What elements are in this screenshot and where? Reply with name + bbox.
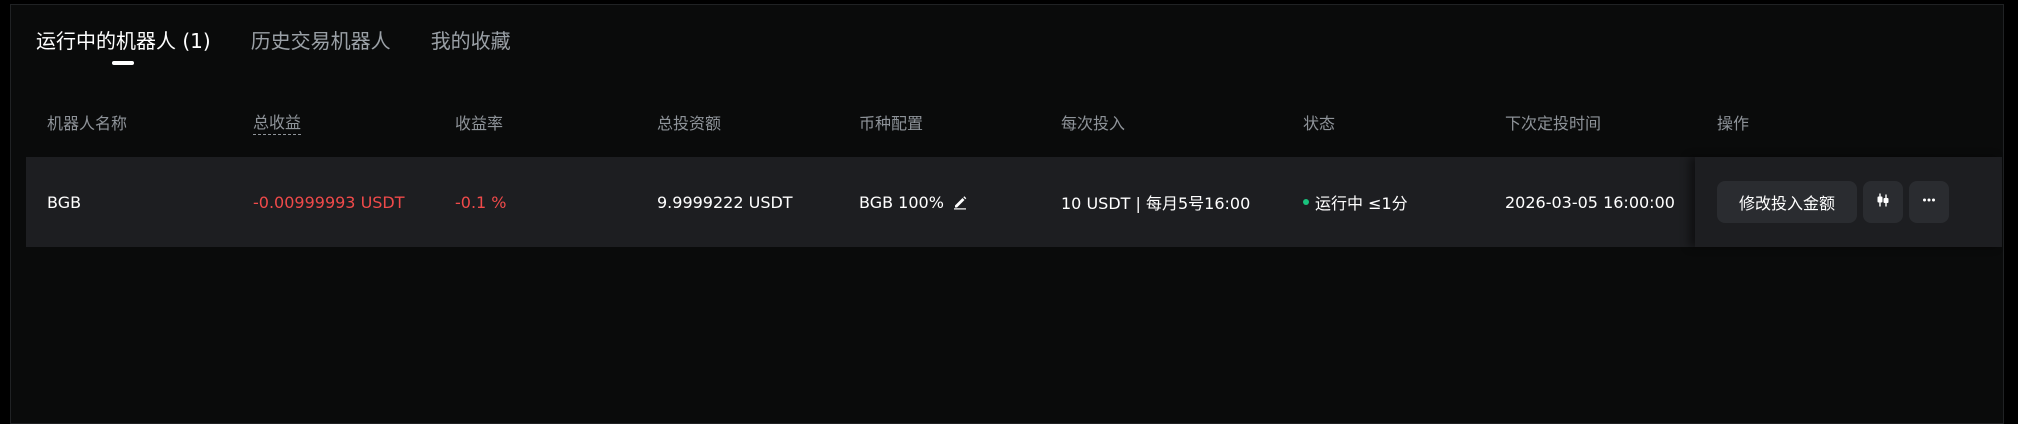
- cell-currency-allocation: BGB 100%: [859, 157, 968, 247]
- header-currency-allocation: 币种配置: [859, 114, 924, 133]
- cell-total-profit: -0.00999993 USDT: [253, 192, 405, 212]
- more-horizontal-icon: [1921, 192, 1937, 212]
- header-next-investment-time: 下次定投时间: [1505, 114, 1602, 133]
- header-per-investment: 每次投入: [1061, 114, 1126, 133]
- tab-history-bots-label: 历史交易机器人: [250, 29, 391, 53]
- candlestick-chart-icon: [1875, 192, 1891, 212]
- header-total-profit-label[interactable]: 总收益: [253, 109, 302, 135]
- tab-favorites-label: 我的收藏: [430, 29, 511, 53]
- cell-actions: 修改投入金额: [1717, 157, 1949, 247]
- cell-total-investment: 9.9999222 USDT: [657, 192, 793, 212]
- candlestick-chart-button[interactable]: [1863, 181, 1903, 223]
- header-status: 状态: [1303, 114, 1336, 133]
- status-running-dot-icon: [1303, 199, 1309, 205]
- bots-table: 机器人名称 总收益 收益率 总投资额 币种配置 每次投入 状态 下次定投时间 操…: [26, 87, 2002, 247]
- header-total-profit: 总收益: [253, 87, 302, 157]
- bot-tabs: 运行中的机器人 (1) 历史交易机器人 我的收藏: [36, 25, 511, 77]
- cell-status: 运行中 ≤1分: [1303, 157, 1408, 247]
- modify-investment-button[interactable]: 修改投入金额: [1717, 181, 1857, 223]
- header-profit-rate: 收益率: [455, 114, 504, 133]
- cell-profit-rate: -0.1 %: [455, 192, 507, 212]
- tab-running-bots-label: 运行中的机器人 (1): [36, 29, 211, 53]
- bots-panel: 运行中的机器人 (1) 历史交易机器人 我的收藏 机器人名称 总收益 收益率 总…: [10, 4, 2004, 424]
- cell-per-investment: 10 USDT | 每月5号16:00: [1061, 194, 1251, 213]
- status-text: 运行中 ≤1分: [1315, 194, 1408, 213]
- tab-history-bots[interactable]: 历史交易机器人: [251, 25, 391, 54]
- table-header-row: 机器人名称 总收益 收益率 总投资额 币种配置 每次投入 状态 下次定投时间 操…: [26, 87, 2002, 157]
- header-actions: 操作: [1717, 114, 1750, 133]
- more-actions-button[interactable]: [1909, 181, 1949, 223]
- cell-next-investment-time: 2026-03-05 16:00:00: [1505, 192, 1675, 212]
- edit-pencil-icon[interactable]: [952, 194, 968, 210]
- header-name: 机器人名称: [47, 114, 128, 133]
- header-total-investment: 总投资额: [657, 114, 722, 133]
- currency-allocation-text: BGB 100%: [859, 192, 944, 212]
- active-tab-indicator: [112, 61, 135, 65]
- table-row: BGB -0.00999993 USDT -0.1 % 9.9999222 US…: [26, 157, 2002, 247]
- tab-favorites[interactable]: 我的收藏: [431, 25, 511, 54]
- tab-running-bots[interactable]: 运行中的机器人 (1): [36, 25, 211, 65]
- cell-bot-name[interactable]: BGB: [47, 157, 81, 247]
